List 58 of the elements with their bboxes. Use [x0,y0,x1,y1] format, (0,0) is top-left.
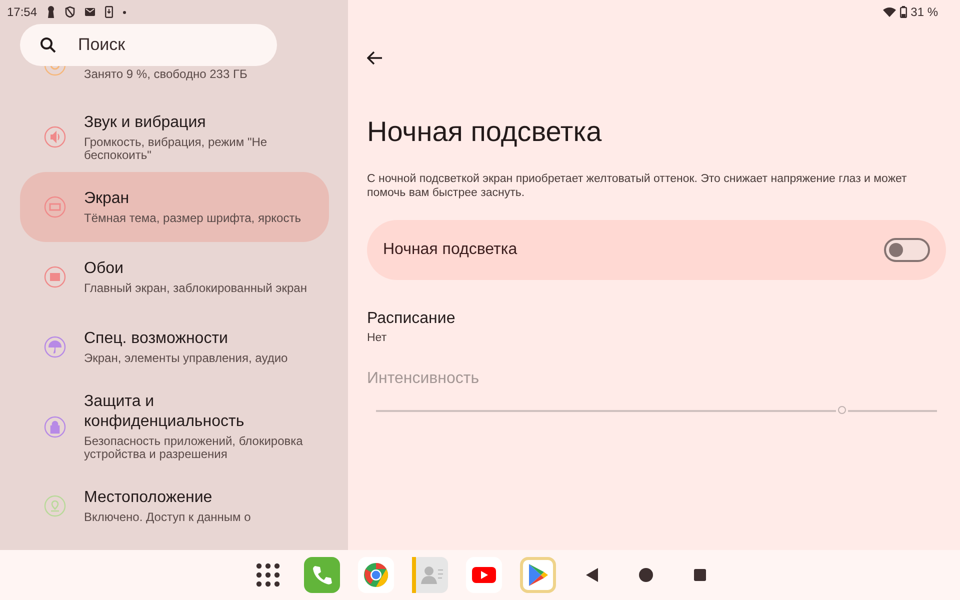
item-subtitle: Тёмная тема, размер шрифта, яркость [84,212,301,225]
toggle-row[interactable]: Ночная подсветка [367,220,946,280]
settings-item[interactable]: Обои Главный экран, заблокированный экран [20,242,329,312]
video-play-icon [466,557,502,593]
description: С ночной подсветкой экран приобретает желтоватый оттенок. Это снижает напряжение глаз и может помочь вам быстрее заснуть. [367,172,908,200]
item-subtitle: Главный экран, заблокированный экран [84,282,307,295]
settings-item[interactable]: Звук и вибрация Громкость, вибрация, режим "Не беспокоить" [20,102,329,172]
search-icon [40,37,56,53]
settings-item[interactable]: Спец. возможности Экран, элементы управления, аудио [20,312,329,382]
schedule-title[interactable]: Расписание [367,310,946,328]
contacts-icon [412,557,448,593]
phone-icon [304,557,340,593]
settings-item[interactable]: Защита и конфиденциальность Безопасность приложений, блокировка устройства и разрешения [20,382,329,471]
back-triangle-icon [585,567,599,583]
item-subtitle: Безопасность приложений, блокировка устройства и разрешения [84,435,304,461]
location-icon [44,495,66,517]
intensity-label: Интенсивность [367,370,480,388]
accessibility-icon [44,336,66,358]
item-title: Звук и вибрация [84,112,207,132]
item-title: Местоположение [84,488,214,508]
browser-icon [358,557,394,593]
storage-icon [44,66,66,76]
schedule-value: Нет [367,332,388,344]
item-subtitle: Экран, элементы управления, аудио [84,352,288,365]
item-subtitle: Включено. Доступ к данным о [84,511,251,524]
sound-icon [44,126,66,148]
settings-item[interactable]: Экран Тёмная тема, размер шрифта, яркость [20,172,329,242]
home-circle-icon [639,568,653,582]
mail-icon [85,8,96,16]
back-arrow-icon [367,51,383,65]
item-title: Спец. возможности [84,329,229,349]
battery-percent: 31 % [910,5,938,19]
keyhole-icon [47,6,56,18]
settings-item[interactable]: Местоположение Включено. Доступ к данным о [20,471,329,541]
item-subtitle: Занято 9 %, свободно 233 ГБ [84,68,248,81]
app-grid-icon [256,563,280,587]
toggle-label: Ночная подсветка [383,241,518,259]
search-placeholder: Поиск [78,35,126,55]
intensity-slider[interactable] [376,406,937,416]
wallpaper-icon [44,266,66,288]
recents-square-icon [694,569,706,581]
item-title: Обои [84,259,124,279]
clock: 17:54 [7,5,38,19]
wifi-icon [882,7,896,17]
dot-icon [123,10,126,14]
toggle-switch[interactable] [884,238,930,262]
item-title: Защита и конфиденциальность [84,392,246,432]
page-title: Ночная подсветка [367,116,603,148]
phone-download-icon [105,6,114,18]
item-title: Экран [84,189,130,209]
display-icon [44,196,66,218]
battery-icon [900,6,907,18]
search-field[interactable]: Поиск [20,24,277,66]
store-triangle-icon [527,563,549,587]
shield-icon [65,6,76,18]
item-subtitle: Громкость, вибрация, режим "Не беспокоить" [84,136,268,162]
settings-item[interactable]: Занято 9 %, свободно 233 ГБ [20,66,329,102]
security-icon [44,416,66,438]
